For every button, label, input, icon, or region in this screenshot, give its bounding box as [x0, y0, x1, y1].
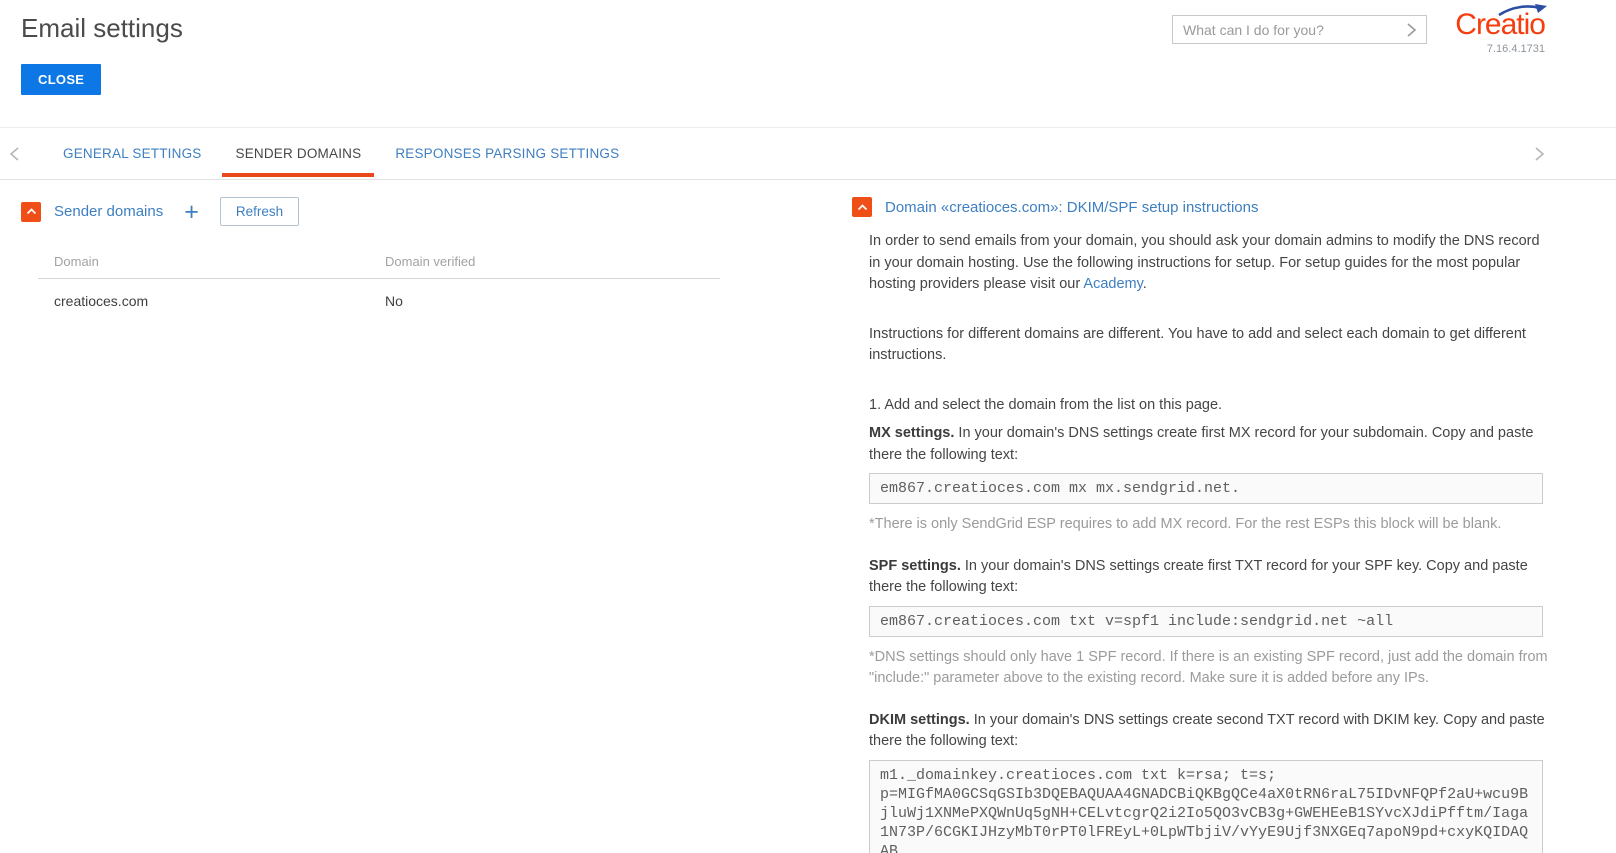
academy-link[interactable]: Academy [1083, 276, 1142, 292]
spf-note: *DNS settings should only have 1 SPF rec… [869, 648, 1548, 687]
tab-sender-domains[interactable]: SENDER DOMAINS [218, 128, 378, 179]
tabs: GENERAL SETTINGS SENDER DOMAINS RESPONSE… [46, 128, 636, 179]
instructions-body: In order to send emails from your domain… [869, 231, 1548, 853]
dkim-spf-instructions-panel: Domain «creatioces.com»: DKIM/SPF setup … [852, 197, 1552, 853]
dkim-settings-paragraph: DKIM settings. In your domain's DNS sett… [869, 711, 1545, 750]
intro-paragraph: In order to send emails from your domain… [869, 233, 1540, 292]
search-input[interactable] [1173, 21, 1396, 38]
spf-settings-paragraph: SPF settings. In your domain's DNS setti… [869, 557, 1528, 596]
tabs-scroll-left-icon[interactable] [0, 146, 30, 162]
mx-note: *There is only SendGrid ESP requires to … [869, 516, 1502, 532]
add-domain-button[interactable]: + [184, 199, 199, 224]
different-domains-paragraph: Instructions for different domains are d… [869, 325, 1526, 364]
column-header-domain-verified[interactable]: Domain verified [385, 254, 475, 269]
collapse-instructions-button[interactable] [852, 197, 872, 217]
tab-general-settings[interactable]: GENERAL SETTINGS [46, 128, 218, 179]
logo-swoosh-icon [1498, 4, 1547, 17]
page-header: Email settings CLOSE Creatio 7.16.4.1731 [0, 0, 1616, 128]
collapse-sender-domains-button[interactable] [21, 201, 41, 222]
domains-table-header: Domain Domain verified [38, 254, 720, 279]
cell-domain: creatioces.com [54, 293, 149, 309]
page-title: Email settings [21, 13, 183, 43]
refresh-button[interactable]: Refresh [219, 197, 300, 226]
close-button[interactable]: CLOSE [21, 64, 102, 95]
dkim-record-code: m1._domainkey.creatioces.com txt k=rsa; … [869, 759, 1543, 853]
spf-record-code: em867.creatioces.com txt v=spf1 include:… [869, 605, 1543, 637]
step1-paragraph: 1. Add and select the domain from the li… [869, 396, 1223, 413]
instructions-header: Domain «creatioces.com»: DKIM/SPF setup … [852, 197, 1552, 217]
sender-domains-title[interactable]: Sender domains [54, 203, 163, 220]
creatio-logo-text: Creatio [1445, 4, 1547, 42]
tabs-scroll-right-icon[interactable] [1524, 146, 1554, 162]
mx-settings-paragraph: MX settings. In your domain's DNS settin… [869, 425, 1534, 463]
column-header-domain[interactable]: Domain [54, 254, 385, 269]
email-settings-page: Email settings CLOSE Creatio 7.16.4.1731 [0, 0, 1616, 853]
sender-domains-header: Sender domains + Refresh [21, 197, 761, 226]
instructions-title[interactable]: Domain «creatioces.com»: DKIM/SPF setup … [885, 199, 1258, 216]
command-line-search [1172, 15, 1427, 44]
tab-responses-parsing-settings[interactable]: RESPONSES PARSING SETTINGS [378, 128, 636, 179]
version-label: 7.16.4.1731 [1486, 43, 1545, 55]
domains-table: Domain Domain verified creatioces.com No [38, 254, 720, 315]
table-row[interactable]: creatioces.com No [38, 279, 720, 315]
sender-domains-panel: Sender domains + Refresh Domain Domain v… [21, 197, 761, 315]
creatio-logo: Creatio 7.16.4.1731 [1445, 4, 1547, 55]
mx-record-code: em867.creatioces.com mx mx.sendgrid.net. [869, 473, 1543, 504]
search-submit-icon[interactable] [1396, 16, 1426, 43]
cell-domain-verified: No [385, 293, 403, 309]
tab-bar: GENERAL SETTINGS SENDER DOMAINS RESPONSE… [0, 128, 1616, 180]
